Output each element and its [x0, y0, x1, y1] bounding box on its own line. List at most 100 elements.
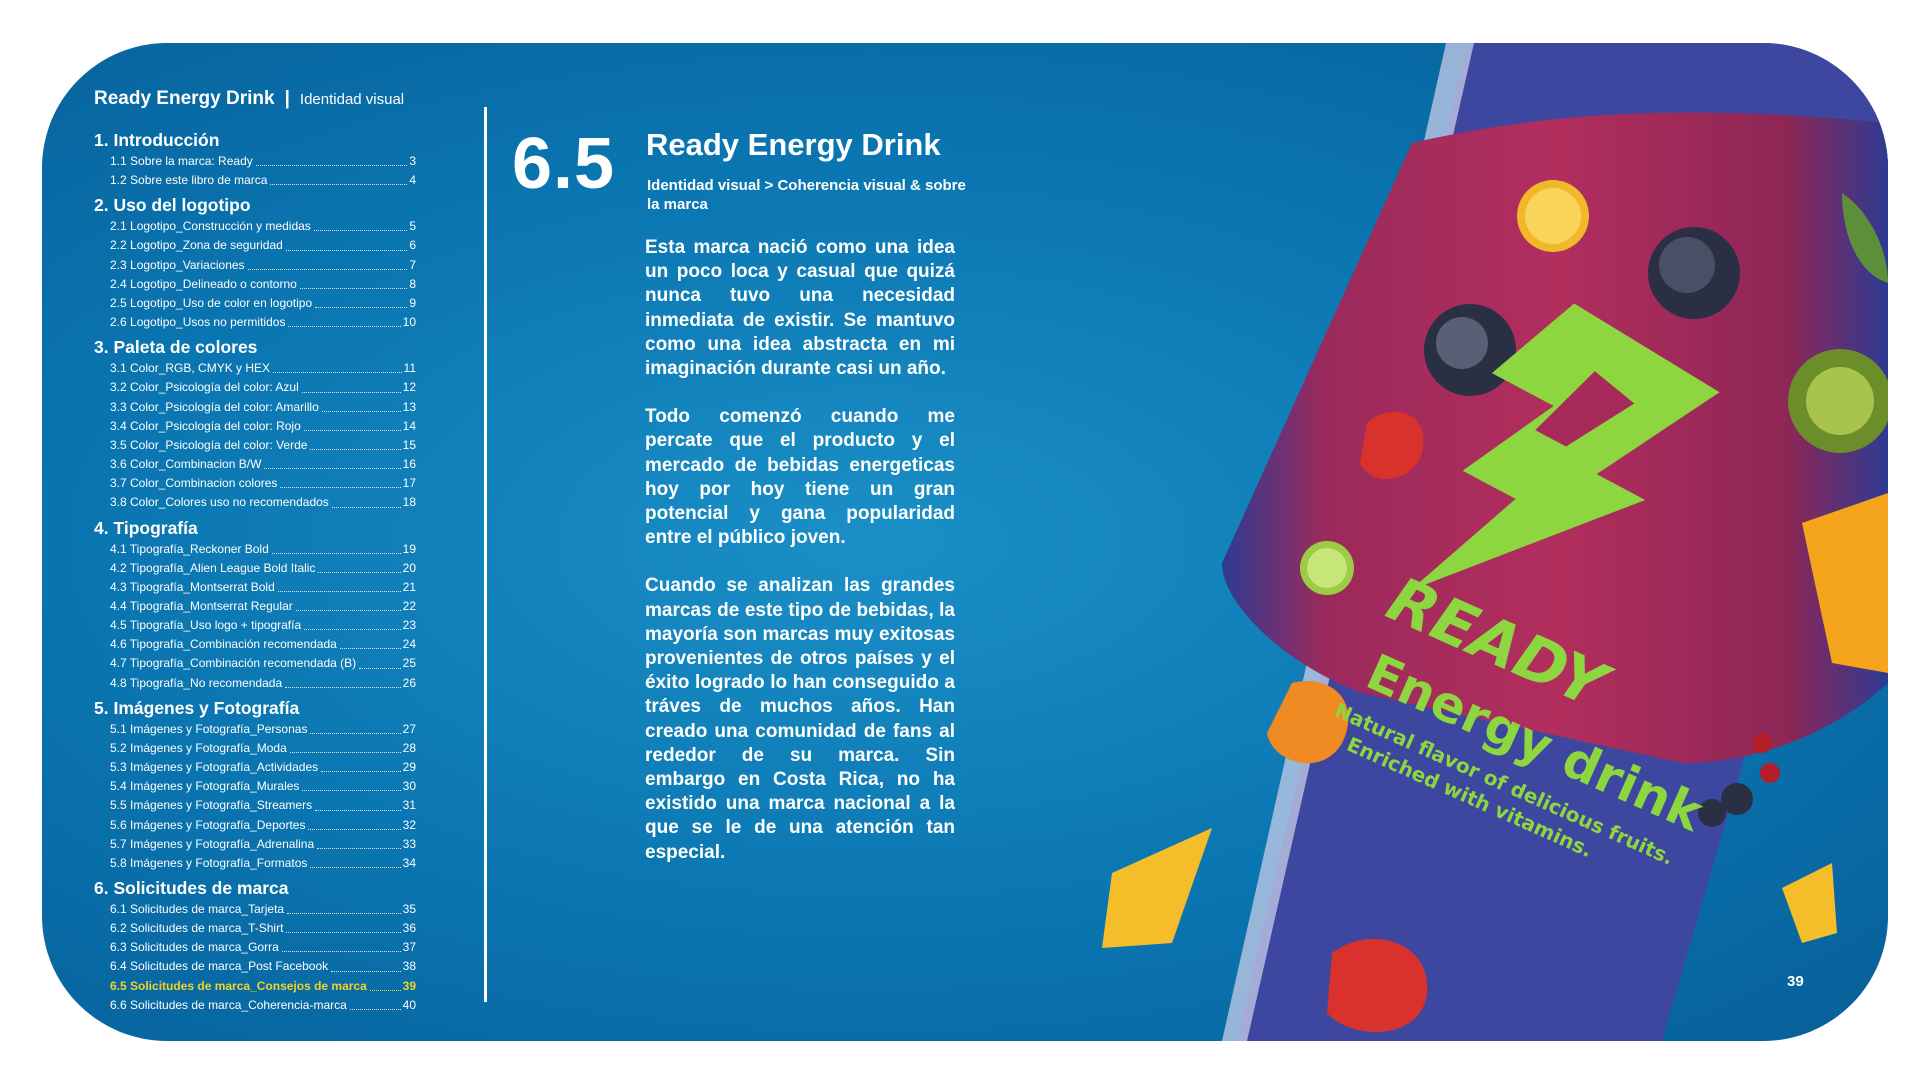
toc-entry[interactable]: 2.3 Logotipo_Variaciones 7: [94, 256, 434, 275]
toc-section-title[interactable]: 6. Solicitudes de marca: [94, 876, 434, 900]
toc-entry-page: 23: [402, 618, 416, 633]
toc-entry[interactable]: 3.1 Color_RGB, CMYK y HEX 11: [94, 359, 434, 378]
toc-entry[interactable]: 3.7 Color_Combinacion colores 17: [94, 474, 434, 493]
chapter-title: Ready Energy Drink: [646, 127, 941, 162]
toc-entry-label: 5.4 Imágenes y Fotografía_Murales: [110, 779, 300, 794]
toc-entry-page: 9: [409, 295, 416, 310]
toc-leader-dots: [308, 816, 401, 830]
toc-entry[interactable]: 3.6 Color_Combinacion B/W 16: [94, 455, 434, 474]
toc-entry[interactable]: 5.3 Imágenes y Fotografía_Actividades 29: [94, 758, 434, 777]
document-header: Ready Energy Drink | Identidad visual: [94, 88, 404, 110]
toc-entry-label: 5.1 Imágenes y Fotografía_Personas: [110, 721, 308, 736]
toc-entry-page: 32: [402, 817, 416, 832]
toc-entry[interactable]: 3.2 Color_Psicología del color: Azul 12: [94, 378, 434, 397]
toc-entry[interactable]: 4.3 Tipografía_Montserrat Bold 21: [94, 578, 434, 597]
body-paragraph: Esta marca nació como una idea un poco l…: [645, 237, 955, 380]
toc-section: 4. Tipografía 4.1 Tipografía_Reckoner Bol…: [94, 516, 434, 693]
toc-entry[interactable]: 5.4 Imágenes y Fotografía_Murales 30: [94, 777, 434, 796]
table-of-contents: 1. Introducción 1.1 Sobre la marca: Ready…: [94, 125, 434, 1017]
toc-entry[interactable]: 3.5 Color_Psicología del color: Verde 15: [94, 436, 434, 455]
toc-entry[interactable]: 5.5 Imágenes y Fotografía_Streamers 31: [94, 796, 434, 815]
toc-entry-page: 6: [409, 238, 416, 253]
toc-entry[interactable]: 4.5 Tipografía_Uso logo + tipografía 23: [94, 616, 434, 635]
toc-leader-dots: [313, 217, 408, 232]
toc-entry-page: 8: [409, 276, 416, 291]
toc-leader-dots: [321, 398, 401, 412]
body-paragraph: Todo comenzó cuando me percate que el pr…: [645, 406, 955, 549]
toc-entry[interactable]: 3.4 Color_Psicología del color: Rojo 14: [94, 417, 434, 436]
toc-entry[interactable]: 5.7 Imágenes y Fotografía_Adrenalina 33: [94, 835, 434, 854]
toc-entry-page: 22: [402, 598, 416, 613]
toc-entry[interactable]: 5.6 Imágenes y Fotografía_Deportes 32: [94, 816, 434, 835]
toc-leader-dots: [349, 996, 401, 1010]
toc-entry[interactable]: 6.2 Solicitudes de marca_T-Shirt 36: [94, 919, 434, 938]
toc-entry-label: 2.2 Logotipo_Zona de seguridad: [110, 238, 283, 253]
toc-entry-page: 19: [402, 541, 416, 556]
toc-entry-page: 29: [402, 760, 416, 775]
toc-leader-dots: [288, 313, 401, 328]
toc-entry-page: 25: [402, 656, 416, 671]
toc-leader-dots: [331, 493, 401, 508]
toc-section-title[interactable]: 2. Uso del logotipo: [94, 193, 434, 217]
toc-leader-dots: [289, 739, 401, 754]
toc-entry-page: 30: [402, 779, 416, 794]
toc-leader-dots: [301, 378, 401, 393]
toc-entry-label: 4.1 Tipografía_Reckoner Bold: [110, 541, 269, 556]
toc-entry-label: 5.3 Imágenes y Fotografía_Actividades: [110, 760, 319, 775]
toc-entry-page: 28: [402, 740, 416, 755]
toc-entry[interactable]: 3.8 Color_Colores uso no recomendados 18: [94, 493, 434, 512]
toc-entry-page: 34: [402, 855, 416, 870]
toc-entry-page: 7: [409, 257, 416, 272]
toc-leader-dots: [321, 758, 401, 773]
toc-entry[interactable]: 4.6 Tipografía_Combinación recomendada 24: [94, 635, 434, 654]
toc-entry-page: 31: [402, 798, 416, 813]
toc-entry[interactable]: 4.1 Tipografía_Reckoner Bold 19: [94, 540, 434, 559]
toc-entry[interactable]: 6.3 Solicitudes de marca_Gorra 37: [94, 938, 434, 957]
toc-leader-dots: [369, 977, 401, 991]
toc-entry[interactable]: 2.1 Logotipo_Construcción y medidas 5: [94, 217, 434, 236]
toc-leader-dots: [317, 835, 401, 849]
toc-entry-label: 2.1 Logotipo_Construcción y medidas: [110, 219, 311, 234]
toc-section-title[interactable]: 1. Introducción: [94, 128, 434, 152]
toc-entry[interactable]: 6.6 Solicitudes de marca_Coherencia-marc…: [94, 996, 434, 1015]
toc-entry[interactable]: 2.2 Logotipo_Zona de seguridad 6: [94, 236, 434, 255]
toc-entry-page: 21: [402, 579, 416, 594]
toc-leader-dots: [264, 455, 401, 470]
toc-entry-label: 3.8 Color_Colores uso no recomendados: [110, 495, 329, 510]
toc-entry-page: 24: [402, 637, 416, 652]
toc-entry-label: 3.5 Color_Psicología del color: Verde: [110, 437, 308, 452]
toc-leader-dots: [359, 654, 401, 669]
toc-entry[interactable]: 5.8 Imágenes y Fotografía_Formatos 34: [94, 854, 434, 873]
toc-entry[interactable]: 4.2 Tipografía_Alien League Bold Italic 2…: [94, 559, 434, 578]
toc-entry-label: 6.6 Solicitudes de marca_Coherencia-marc…: [110, 997, 347, 1012]
toc-entry[interactable]: 2.5 Logotipo_Uso de color en logotipo 9: [94, 294, 434, 313]
toc-entry[interactable]: 4.4 Tipografía_Montserrat Regular 22: [94, 597, 434, 616]
toc-entry-page: 3: [409, 154, 416, 168]
toc-section-title[interactable]: 5. Imágenes y Fotografía: [94, 696, 434, 720]
toc-entry[interactable]: 1.1 Sobre la marca: Ready 3: [94, 152, 434, 171]
toc-entry[interactable]: 1.2 Sobre este libro de marca 4: [94, 171, 434, 190]
toc-entry-page: 36: [402, 921, 416, 936]
toc-entry-label: 2.4 Logotipo_Delineado o contorno: [110, 276, 297, 291]
toc-section-title[interactable]: 4. Tipografía: [94, 516, 434, 540]
toc-entry-page: 40: [402, 997, 416, 1012]
toc-entry[interactable]: 6.1 Solicitudes de marca_Tarjeta 35: [94, 900, 434, 919]
toc-entry[interactable]: 4.7 Tipografía_Combinación recomendada (…: [94, 654, 434, 673]
toc-entry[interactable]: 2.4 Logotipo_Delineado o contorno 8: [94, 275, 434, 294]
toc-entry[interactable]: 5.2 Imágenes y Fotografía_Moda 28: [94, 739, 434, 758]
toc-entry-label: 5.7 Imágenes y Fotografía_Adrenalina: [110, 836, 315, 851]
header-brand: Ready Energy Drink: [94, 88, 275, 109]
toc-entry[interactable]: 6.4 Solicitudes de marca_Post Facebook 38: [94, 957, 434, 976]
toc-leader-dots: [247, 256, 408, 270]
toc-entry-page: 38: [402, 959, 416, 974]
toc-leader-dots: [255, 152, 408, 167]
toc-entry-label: 4.7 Tipografía_Combinación recomendada (…: [110, 656, 357, 671]
toc-section: 1. Introducción 1.1 Sobre la marca: Ready…: [94, 128, 434, 190]
toc-section-title[interactable]: 3. Paleta de colores: [94, 335, 434, 359]
toc-entry[interactable]: 3.3 Color_Psicología del color: Amarillo…: [94, 398, 434, 417]
toc-entry[interactable]: 5.1 Imágenes y Fotografía_Personas 27: [94, 720, 434, 739]
toc-entry-active[interactable]: 6.5 Solicitudes de marca_Consejos de mar…: [94, 977, 434, 996]
toc-entry[interactable]: 2.6 Logotipo_Usos no permitidos 10: [94, 313, 434, 332]
toc-leader-dots: [285, 674, 401, 688]
toc-entry[interactable]: 4.8 Tipografía_No recomendada 26: [94, 674, 434, 693]
